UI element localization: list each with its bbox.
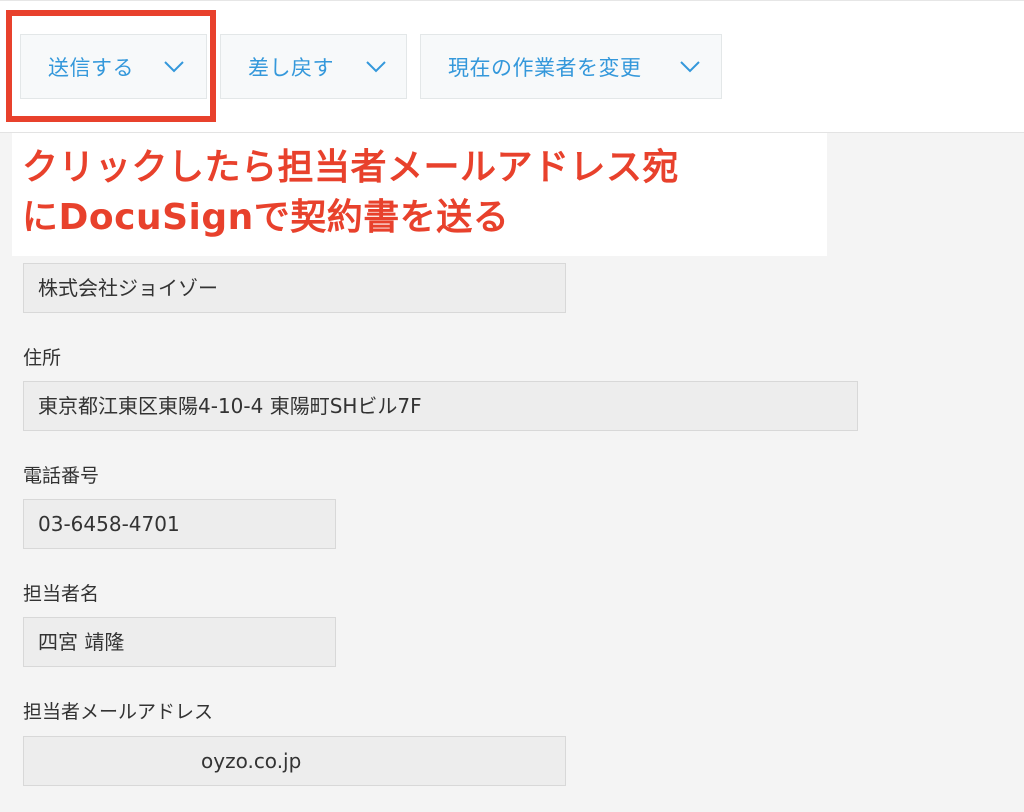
annotation-callout: クリックしたら担当者メールアドレス宛 にDocuSignで契約書を送る [12,133,827,256]
send-back-button[interactable]: 差し戻す [220,34,407,99]
address-label: 住所 [23,347,62,369]
phone-label: 電話番号 [23,465,100,487]
process-action-toolbar: 送信する 差し戻す 現在の作業者を変更 [0,0,1024,133]
company-name-field: 株式会社ジョイゾー [23,263,566,313]
chevron-down-icon [366,60,386,72]
chevron-down-icon [680,60,700,72]
contact-email-label: 担当者メールアドレス [23,701,214,723]
highlight-frame [6,10,216,122]
annotation-line-1: クリックしたら担当者メールアドレス宛 [22,147,680,188]
change-assignee-button-label: 現在の作業者を変更 [448,55,642,80]
address-field: 東京都江東区東陽4-10-4 東陽町SHビル7F [23,381,858,431]
contact-name-label: 担当者名 [23,583,100,605]
contact-email-field: oyzo.co.jp [23,736,566,786]
change-assignee-button[interactable]: 現在の作業者を変更 [420,34,722,99]
phone-field: 03-6458-4701 [23,499,336,549]
send-back-button-label: 差し戻す [248,55,334,80]
contact-name-field: 四宮 靖隆 [23,617,336,667]
annotation-line-2: にDocuSignで契約書を送る [22,197,510,238]
